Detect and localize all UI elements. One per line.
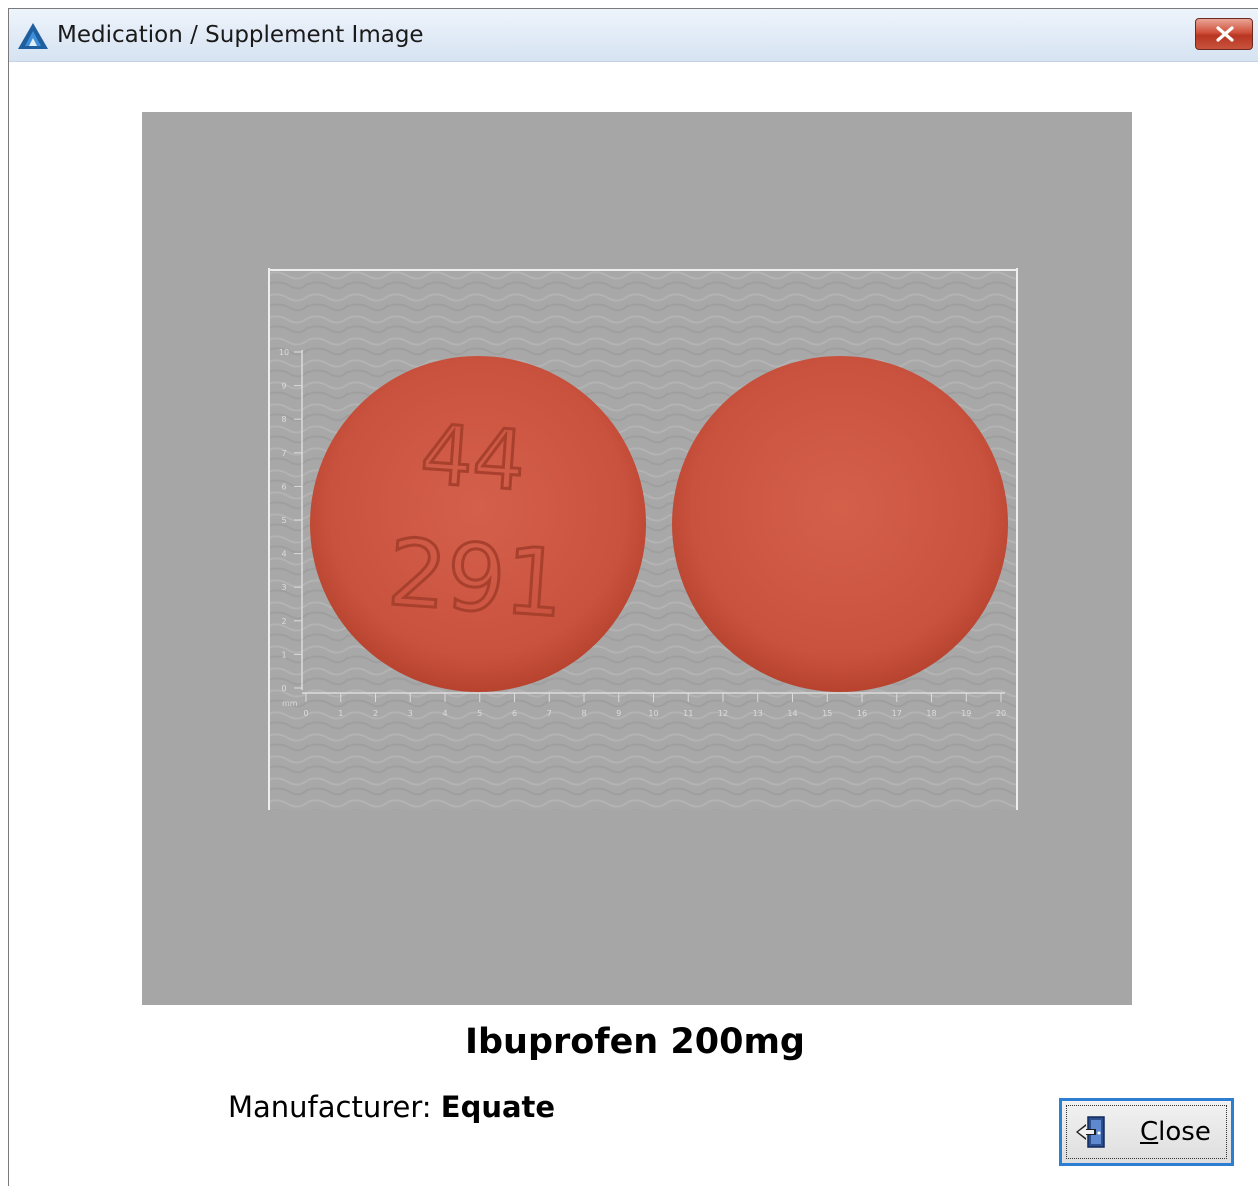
y-tick-label: 0 [281,684,286,693]
x-tick-label: 12 [718,709,728,718]
pill-photo: 012345678910 0 1 2 3 4 5 6 7 8 9 10 11 12 13 14 15 16 17 1… [268,268,1018,810]
triangle-logo-icon [18,23,48,49]
pill-imprint-line1: 44 [418,407,529,509]
y-tick-label: 6 [281,482,286,491]
x-tick-label: 8 [581,709,586,718]
x-tick-label: 17 [892,709,902,718]
x-tick-label: 9 [616,709,621,718]
manufacturer-label: Manufacturer: [228,1090,432,1124]
x-tick-label: 6 [512,709,517,718]
y-tick-label: 10 [279,348,289,357]
close-x-icon [1216,26,1234,42]
close-button-label-rest: lose [1158,1117,1211,1147]
x-tick-label: 15 [822,709,832,718]
y-tick-label: 7 [281,449,286,458]
close-button-label: Close [1140,1117,1211,1147]
x-tick-label: 16 [857,709,867,718]
x-tick-label: 20 [996,709,1006,718]
x-tick-label: 4 [442,709,447,718]
pill-front [310,356,646,692]
exit-door-icon [1076,1116,1105,1148]
x-tick-label: 10 [648,709,658,718]
pill-imprint-line2: 291 [385,519,568,638]
manufacturer-row: Manufacturer: Equate [228,1090,555,1124]
pill-back [672,356,1008,692]
medication-name: Ibuprofen 200mg [464,1022,805,1062]
y-tick-label: 3 [281,583,286,592]
x-tick-label: 3 [408,709,413,718]
x-tick-label: 7 [547,709,552,718]
window-close-button[interactable] [1195,18,1253,50]
x-tick-label: 13 [753,709,763,718]
y-tick-label: 2 [281,617,286,626]
y-tick-label: 8 [281,415,286,424]
ruler-unit-label: mm [282,699,298,708]
title-bar[interactable]: Medication / Supplement Image [9,9,1258,62]
close-button-accelerator: C [1140,1117,1159,1147]
close-button[interactable]: Close [1059,1098,1234,1166]
y-tick-label: 4 [281,550,286,559]
x-tick-label: 1 [338,709,343,718]
manufacturer-value: Equate [440,1090,556,1124]
window-title: Medication / Supplement Image [57,22,424,48]
x-tick-label: 11 [683,709,693,718]
y-tick-label: 9 [281,382,286,391]
x-tick-label: 5 [477,709,482,718]
x-tick-label: 14 [787,709,797,718]
y-tick-label: 5 [281,516,286,525]
x-tick-label: 0 [303,709,308,718]
y-tick-label: 1 [281,650,286,659]
x-tick-label: 2 [373,709,378,718]
x-tick-label: 19 [961,709,971,718]
x-tick-label: 18 [926,709,936,718]
